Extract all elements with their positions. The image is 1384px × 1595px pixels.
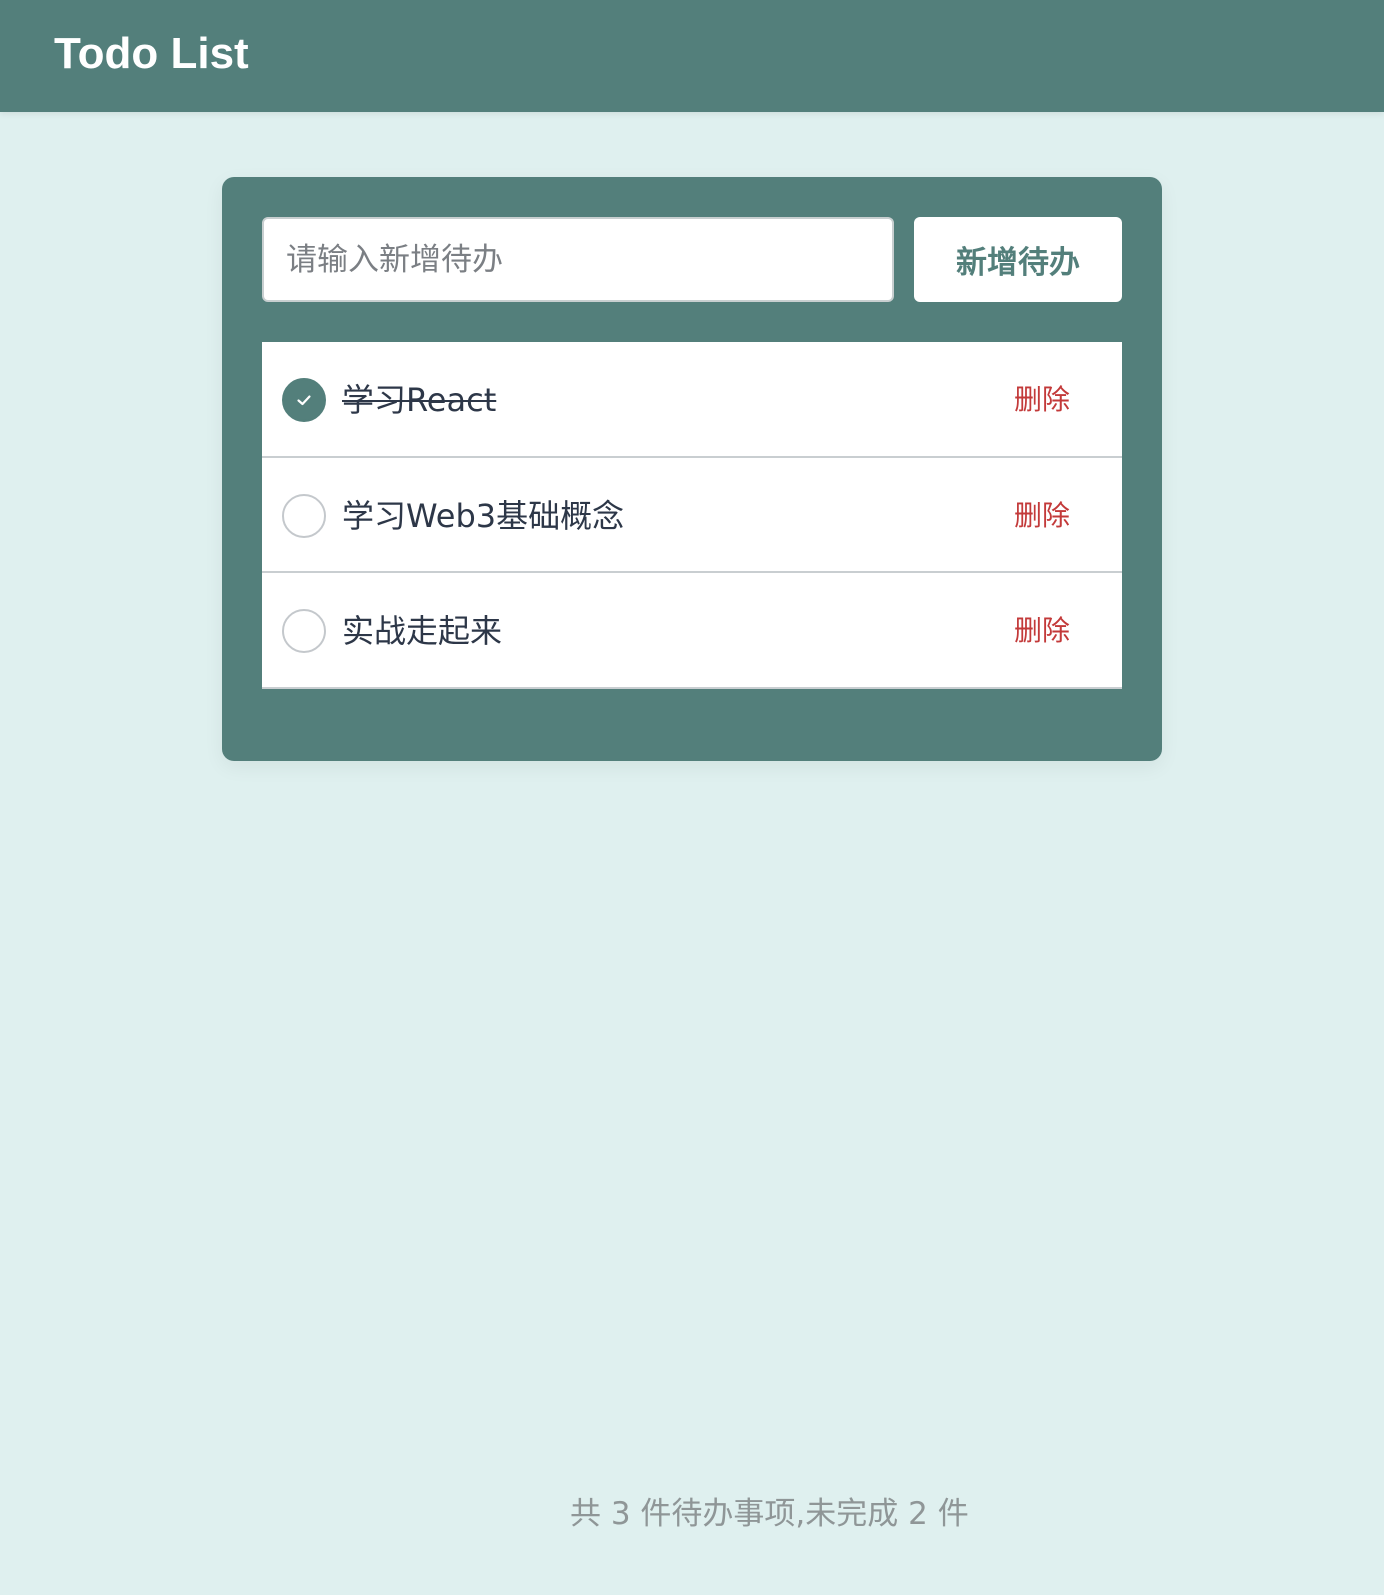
delete-button[interactable]: 删除	[1014, 498, 1070, 534]
todo-text: 实战走起来	[342, 612, 503, 650]
todo-checkbox[interactable]	[282, 493, 326, 538]
todo-panel: 新增待办 学习React 删除 学习Web3基础概念 删除 实战走起来 删除	[222, 177, 1162, 761]
new-todo-input[interactable]	[262, 217, 894, 302]
app-header: Todo List	[0, 0, 1384, 112]
todo-text: 学习React	[342, 381, 497, 419]
todo-checkbox[interactable]	[282, 378, 326, 422]
todo-item: 实战走起来 删除	[262, 573, 1122, 689]
todo-checkbox[interactable]	[282, 609, 326, 653]
delete-button[interactable]: 删除	[1014, 382, 1070, 418]
app-title: Todo List	[54, 29, 249, 78]
todo-summary: 共 3 件待办事项,未完成 2 件	[570, 1496, 969, 1532]
todo-item: 学习React 删除	[262, 342, 1122, 458]
todo-text: 学习Web3基础概念	[342, 496, 625, 535]
todo-item: 学习Web3基础概念 删除	[262, 457, 1122, 573]
delete-button[interactable]: 删除	[1014, 613, 1070, 649]
add-todo-button[interactable]: 新增待办	[914, 217, 1122, 302]
todo-list: 学习React 删除 学习Web3基础概念 删除 实战走起来 删除	[262, 342, 1122, 689]
check-icon	[297, 395, 311, 406]
